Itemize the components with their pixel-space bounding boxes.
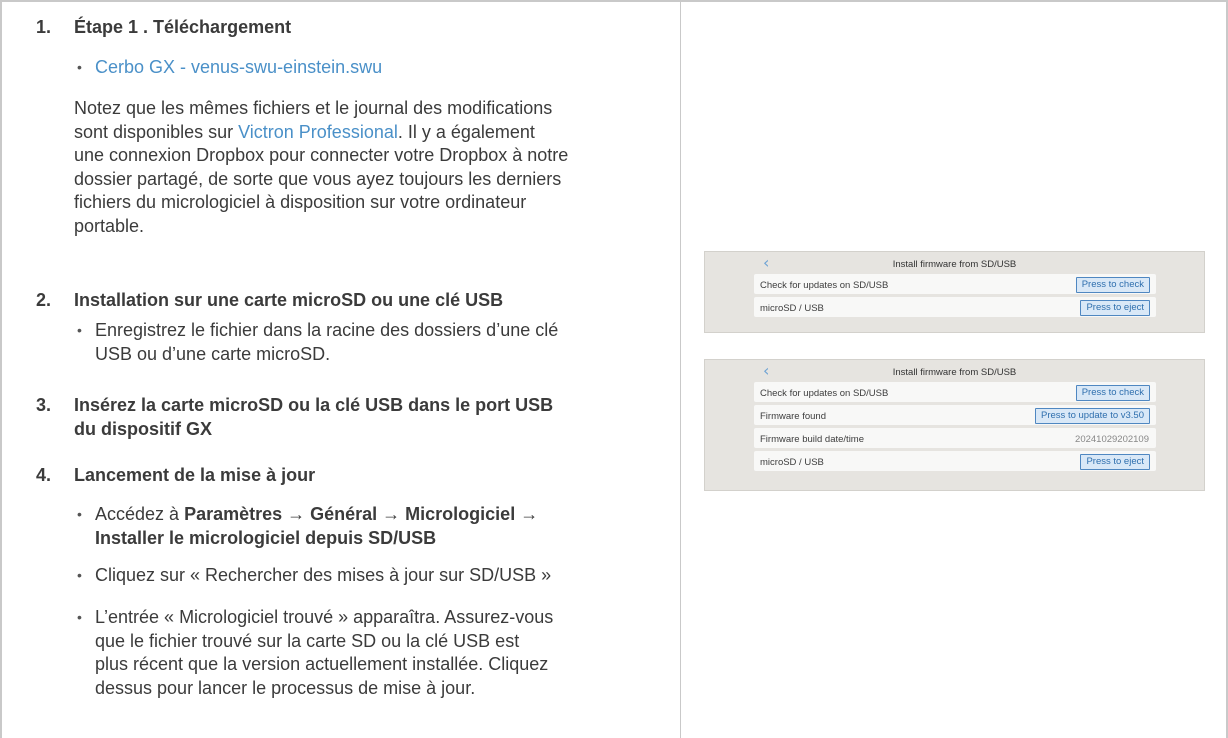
screen-header: ‹ Install firmware from SD/USB [705, 360, 1204, 382]
firmware-screen-1: ‹ Install firmware from SD/USB Check for… [704, 251, 1205, 333]
bullet-line: USB ou d’une carte microSD. [95, 343, 331, 364]
victron-professional-link[interactable]: Victron Professional [238, 122, 398, 142]
row-label: Firmware build date/time [760, 434, 865, 445]
instructions-column: 1. Étape 1 . Téléchargement Cerbo GX - v… [0, 0, 680, 738]
note-line: dossier partagé, de sorte que vous ayez … [74, 168, 562, 189]
row-microsd-usb: microSD / USB Press to eject [754, 451, 1156, 471]
step-1-title: Étape 1 . Téléchargement [74, 17, 292, 37]
bullet-line: Accédez à Paramètres → Général → Microlo… [95, 503, 655, 527]
press-to-eject-button[interactable]: Press to eject [1080, 454, 1150, 470]
bullet-line: dessus pour lancer le processus de mise … [95, 677, 476, 698]
step-3-number: 3. [36, 395, 52, 415]
step-4-bullet-firmware-found: L’entrée « Micrologiciel trouvé » appara… [77, 606, 655, 700]
step-2-number: 2. [36, 290, 52, 310]
note-line: Notez que les mêmes fichiers et le journ… [74, 98, 553, 118]
title-line: du dispositif GX [74, 418, 212, 439]
note-line: fichiers du micrologiciel à disposition … [74, 192, 527, 212]
bullet-line: Enregistrez le fichier dans la racine de… [95, 320, 559, 340]
step-4-bullet-check: Cliquez sur « Rechercher des mises à jou… [77, 564, 655, 588]
note-line: portable. [74, 215, 145, 236]
note-line: une connexion Dropbox pour connecter vot… [74, 145, 569, 165]
step-4-title: Lancement de la mise à jour [74, 465, 316, 485]
press-to-check-button[interactable]: Press to check [1075, 385, 1150, 401]
note-text: . Il y a également [397, 121, 535, 142]
bullet-line: que le fichier trouvé sur la carte SD ou… [95, 630, 520, 651]
step-1-number: 1. [36, 17, 52, 37]
bullet-line: Installer le micrologiciel depuis SD/USB [95, 527, 655, 551]
build-date-value: 20241029202109 [1075, 434, 1149, 445]
row-label: Check for updates on SD/USB [760, 388, 889, 399]
row-firmware-found: Firmware found Press to update to v3.50 [754, 405, 1156, 425]
screen-title: Install firmware from SD/USB [892, 259, 1017, 270]
row-label: microSD / USB [760, 303, 824, 314]
screen-header: ‹ Install firmware from SD/USB [705, 252, 1204, 274]
column-divider [680, 0, 681, 738]
row-check-updates: Check for updates on SD/USB Press to che… [754, 382, 1156, 402]
row-label: microSD / USB [760, 457, 824, 468]
row-label: Check for updates on SD/USB [760, 280, 889, 291]
step-3-title: Insérez la carte microSD ou la clé USB d… [74, 394, 674, 441]
bullet-line: plus récent que la version actuellement … [95, 654, 549, 674]
firmware-download-link[interactable]: Cerbo GX - venus-swu-einstein.swu [77, 56, 655, 80]
step-4-number: 4. [36, 465, 52, 485]
settings-path: Installer le micrologiciel depuis SD/USB [95, 527, 437, 548]
press-to-check-button[interactable]: Press to check [1075, 277, 1150, 293]
step-2-bullet: Enregistrez le fichier dans la racine de… [77, 319, 655, 366]
row-build-date: Firmware build date/time 20241029202109 [754, 428, 1156, 448]
title-line: Insérez la carte microSD ou la clé USB d… [74, 395, 554, 415]
note-line: sont disponibles sur Victron Professiona… [74, 121, 656, 145]
note-text: sont disponibles sur [74, 121, 239, 142]
bullet-line: L’entrée « Micrologiciel trouvé » appara… [95, 607, 554, 627]
press-to-update-button[interactable]: Press to update to v3.50 [1035, 408, 1150, 424]
firmware-screen-2: ‹ Install firmware from SD/USB Check for… [704, 359, 1205, 491]
row-label: Firmware found [760, 411, 826, 422]
press-to-eject-button[interactable]: Press to eject [1080, 300, 1150, 316]
step-4-bullet-navigate: Accédez à Paramètres → Général → Microlo… [77, 503, 655, 551]
row-check-updates: Check for updates on SD/USB Press to che… [754, 274, 1156, 294]
screen-title: Install firmware from SD/USB [892, 367, 1017, 378]
settings-path: Paramètres → Général → Micrologiciel → [184, 504, 539, 524]
bullet-text: Accédez à [95, 504, 185, 524]
row-microsd-usb: microSD / USB Press to eject [754, 297, 1156, 317]
step-1-note: Notez que les mêmes fichiers et le journ… [74, 97, 656, 238]
step-2-title: Installation sur une carte microSD ou un… [74, 290, 504, 310]
